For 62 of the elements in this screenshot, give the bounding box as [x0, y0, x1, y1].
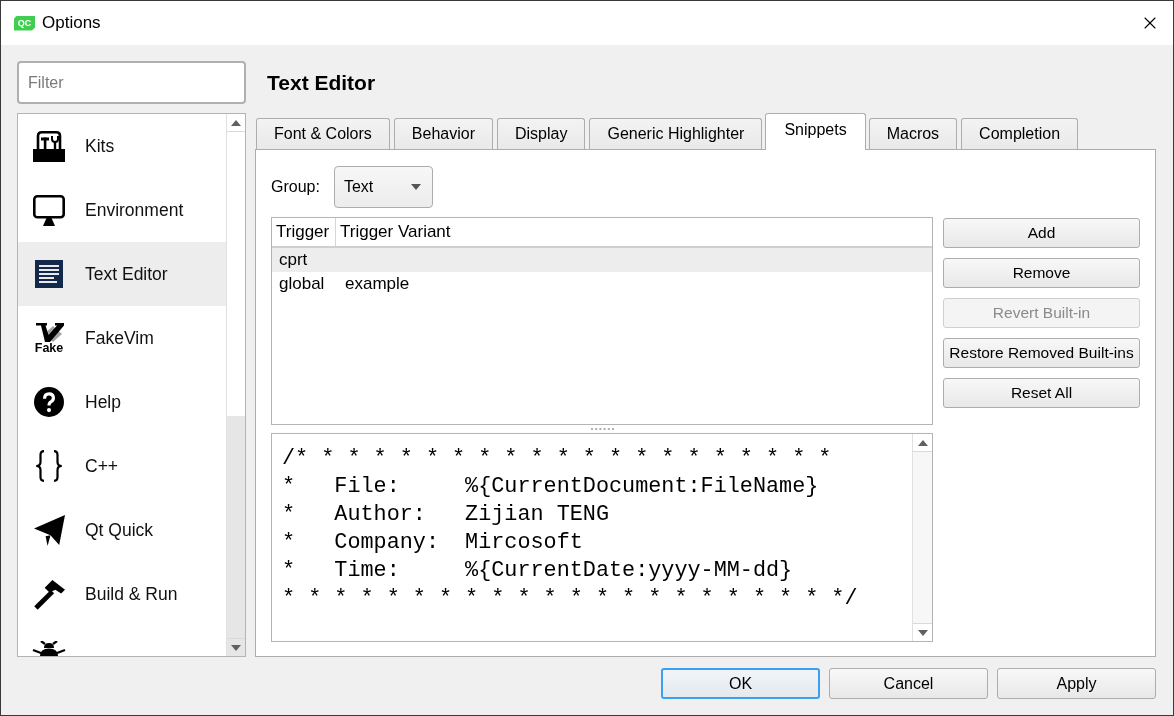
sidebar-item[interactable]: Kits	[18, 114, 226, 178]
code-editor[interactable]: /* * * * * * * * * * * * * * * * * * * * * * File: %{CurrentDocument:FileName} * Author: Zijian TENG * Company: Mircosoft * Time: %{CurrentDate:yyyy-MM-dd} * * * * * * * * * * * * * * * * * * * * * */	[271, 433, 933, 642]
table-cell-text: cprt	[278, 249, 309, 271]
tab[interactable]: Font & Colors	[256, 118, 390, 149]
table-row[interactable]: cprt	[272, 248, 932, 272]
tab[interactable]: Completion	[961, 118, 1079, 149]
scrollbar-thumb[interactable]	[227, 132, 245, 416]
page-title: Text Editor	[267, 71, 376, 95]
table-row[interactable]: global example	[272, 272, 932, 296]
document-lines-icon	[35, 260, 63, 288]
scrollbar[interactable]	[912, 434, 932, 641]
code-line: * * * * * * * * * * * * * * * * * * * * * */	[282, 585, 858, 613]
sidebar-item[interactable]: Fake FakeVim	[18, 306, 226, 370]
braces-icon	[35, 450, 63, 482]
code-line: * Time: %{CurrentDate:yyyy-MM-dd}	[282, 557, 793, 585]
monitor-icon	[33, 194, 65, 226]
apply-button[interactable]: Apply	[997, 668, 1156, 699]
bug-icon	[32, 641, 66, 656]
tab[interactable]: Macros	[868, 118, 958, 149]
table-cell-text: example	[344, 273, 410, 295]
sidebar-item[interactable]: Build & Run	[18, 562, 226, 626]
ok-button[interactable]: OK	[661, 668, 820, 699]
group-label: Group:	[271, 178, 320, 196]
hammer-icon	[33, 578, 65, 610]
window-title: Options	[42, 13, 101, 33]
code-line: * Company: Mircosoft	[282, 529, 583, 557]
sidebar-item[interactable]: Help	[18, 370, 226, 434]
table-cell-text: global	[278, 273, 326, 295]
sidebar-item[interactable]: C++	[18, 434, 226, 498]
sidebar-item[interactable]: Text Editor	[18, 242, 226, 306]
tab[interactable]: Snippets	[765, 113, 866, 150]
reset-button[interactable]: Reset All	[943, 378, 1140, 408]
remove-button[interactable]: Remove	[943, 258, 1140, 288]
column-header[interactable]: Trigger	[272, 218, 336, 246]
scroll-down-button[interactable]	[913, 623, 932, 641]
vim-logo: Fake	[33, 322, 65, 354]
scroll-up-button[interactable]	[913, 434, 932, 452]
group-dropdown[interactable]: Text	[333, 166, 433, 208]
scroll-up-button[interactable]	[227, 114, 245, 132]
caret-up-icon	[231, 119, 241, 126]
caret-down-icon	[231, 644, 241, 651]
code-line: * Author: Zijian TENG	[282, 501, 609, 529]
tab[interactable]: Behavior	[393, 118, 493, 149]
toolbox-icon	[33, 130, 65, 162]
help-icon	[34, 387, 64, 417]
sidebar-item[interactable]: Qt Quick	[18, 498, 226, 562]
app-logo: QC	[14, 15, 35, 31]
scrollbar[interactable]	[226, 114, 245, 656]
tab[interactable]: Display	[496, 118, 586, 149]
tab[interactable]: Generic Highlighter	[589, 118, 763, 149]
caret-down-icon	[410, 184, 421, 190]
caret-up-icon	[917, 439, 928, 446]
cancel-button[interactable]: Cancel	[829, 668, 988, 699]
column-header[interactable]: Trigger Variant	[336, 218, 932, 246]
restore-button[interactable]: Restore Removed Built-ins	[943, 338, 1140, 368]
code-line: /* * * * * * * * * * * * * * * * * * * * *	[282, 445, 832, 473]
add-button[interactable]: Add	[943, 218, 1140, 248]
sidebar-item[interactable]: Environment	[18, 178, 226, 242]
filter-field[interactable]: Filter	[17, 61, 246, 104]
code-line: * File: %{CurrentDocument:FileName}	[282, 473, 819, 501]
paper-plane-icon	[33, 514, 65, 546]
caret-down-icon	[917, 629, 928, 636]
